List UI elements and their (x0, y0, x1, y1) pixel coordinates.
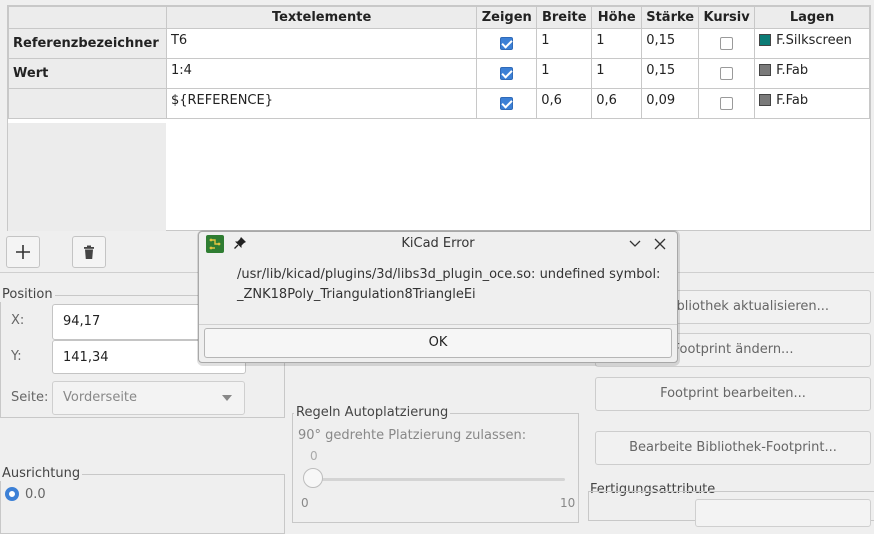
header-height[interactable]: Höhe (591, 6, 643, 29)
header-thickness[interactable]: Stärke (641, 6, 700, 29)
edit-footprint-button[interactable]: Footprint bearbeiten... (595, 377, 871, 411)
side-label: Seite: (11, 390, 49, 405)
italic-checkbox[interactable] (720, 37, 734, 50)
layer-cell[interactable]: F.Fab (754, 88, 870, 119)
header-width[interactable]: Breite (536, 6, 593, 29)
text-items-grid: Textelemente Zeigen Breite Höhe Stärke K… (7, 5, 871, 231)
show-cell[interactable] (476, 28, 538, 59)
italic-cell[interactable] (698, 58, 756, 89)
thickness-cell[interactable]: 0,09 (641, 88, 700, 119)
row-label[interactable] (8, 88, 167, 119)
height-cell[interactable]: 0,6 (591, 88, 643, 119)
table-row: Referenzbezeichner T6 1 1 0,15 F.Silkscr… (8, 28, 870, 59)
x-label: X: (11, 313, 25, 328)
orientation-0-radio[interactable] (5, 487, 19, 501)
layer-color-swatch (759, 64, 772, 76)
text-cell[interactable]: ${REFERENCE} (165, 88, 478, 119)
plus-icon (16, 245, 30, 259)
layer-name: F.Silkscreen (776, 33, 852, 48)
text-items-table: Textelemente Zeigen Breite Höhe Stärke K… (8, 6, 870, 119)
minimize-chevron-icon[interactable] (629, 239, 641, 249)
slider-max-label: 10 (560, 496, 576, 510)
side-select-value: Vorderseite (63, 390, 138, 405)
italic-checkbox[interactable] (720, 97, 734, 110)
error-message-line-2: _ZNK18Poly_Triangulation8TriangleEi (237, 287, 476, 302)
height-cell[interactable]: 1 (591, 58, 643, 89)
width-cell[interactable]: 1 (536, 28, 593, 59)
height-cell[interactable]: 1 (591, 28, 643, 59)
edit-library-footprint-button[interactable]: Bearbeite Bibliothek-Footprint... (595, 431, 871, 465)
text-cell[interactable]: 1:4 (165, 58, 478, 89)
orientation-0-label: 0.0 (25, 487, 46, 502)
italic-checkbox[interactable] (720, 67, 734, 80)
table-row: ${REFERENCE} 0,6 0,6 0,09 F.Fab (8, 88, 870, 119)
show-checkbox[interactable] (500, 97, 514, 110)
rotate90-slider-track[interactable] (305, 478, 565, 481)
rotate90-label: 90° gedrehte Platzierung zulassen: (298, 428, 527, 443)
layer-cell[interactable]: F.Fab (754, 58, 870, 89)
layer-color-swatch (759, 94, 772, 106)
rotate90-slider-handle[interactable] (303, 468, 323, 488)
orientation-group (0, 474, 285, 534)
thickness-cell[interactable]: 0,15 (641, 28, 700, 59)
grid-row-header-area (8, 123, 166, 231)
header-layers[interactable]: Lagen (754, 6, 870, 29)
slider-min-label: 0 (301, 496, 309, 510)
slider-value: 0 (310, 449, 318, 463)
width-cell[interactable]: 0,6 (536, 88, 593, 119)
show-cell[interactable] (476, 58, 538, 89)
trash-icon (84, 245, 94, 259)
thickness-cell[interactable]: 0,15 (641, 58, 700, 89)
show-checkbox[interactable] (500, 37, 514, 50)
delete-field-button[interactable] (72, 236, 106, 268)
layer-name: F.Fab (776, 93, 809, 108)
row-label[interactable]: Wert (8, 58, 167, 89)
chevron-down-icon (222, 395, 232, 401)
position-group-title: Position (0, 287, 55, 302)
dialog-title: KiCad Error (401, 236, 475, 251)
show-cell[interactable] (476, 88, 538, 119)
close-icon[interactable] (654, 238, 666, 250)
kicad-error-dialog: KiCad Error /usr/lib/kicad/plugins/3d/li… (198, 231, 678, 363)
show-checkbox[interactable] (500, 67, 514, 80)
italic-cell[interactable] (698, 28, 756, 59)
layer-cell[interactable]: F.Silkscreen (754, 28, 870, 59)
error-message-line-1: /usr/lib/kicad/plugins/3d/libs3d_plugin_… (237, 267, 661, 282)
error-message: /usr/lib/kicad/plugins/3d/libs3d_plugin_… (237, 265, 667, 305)
footprint-type-select[interactable] (695, 499, 871, 527)
autoplace-group-title: Regeln Autoplatzierung (294, 405, 451, 420)
header-show[interactable]: Zeigen (476, 6, 538, 29)
grid-header-row: Textelemente Zeigen Breite Höhe Stärke K… (8, 6, 870, 29)
table-row: Wert 1:4 1 1 0,15 F.Fab (8, 58, 870, 89)
italic-cell[interactable] (698, 88, 756, 119)
header-text-items[interactable]: Textelemente (165, 6, 478, 29)
header-corner (8, 6, 167, 29)
width-cell[interactable]: 1 (536, 58, 593, 89)
header-italic[interactable]: Kursiv (698, 6, 756, 29)
orientation-group-title: Ausrichtung (0, 466, 83, 481)
ok-button[interactable]: OK (204, 328, 672, 358)
layer-name: F.Fab (776, 63, 809, 78)
text-cell[interactable]: T6 (165, 28, 478, 59)
layer-color-swatch (759, 34, 772, 46)
row-label[interactable]: Referenzbezeichner (8, 28, 167, 59)
side-select[interactable]: Vorderseite (52, 381, 245, 415)
dialog-separator (199, 324, 677, 325)
dialog-titlebar[interactable]: KiCad Error (199, 232, 677, 256)
y-label: Y: (11, 349, 22, 364)
add-field-button[interactable] (6, 236, 40, 268)
